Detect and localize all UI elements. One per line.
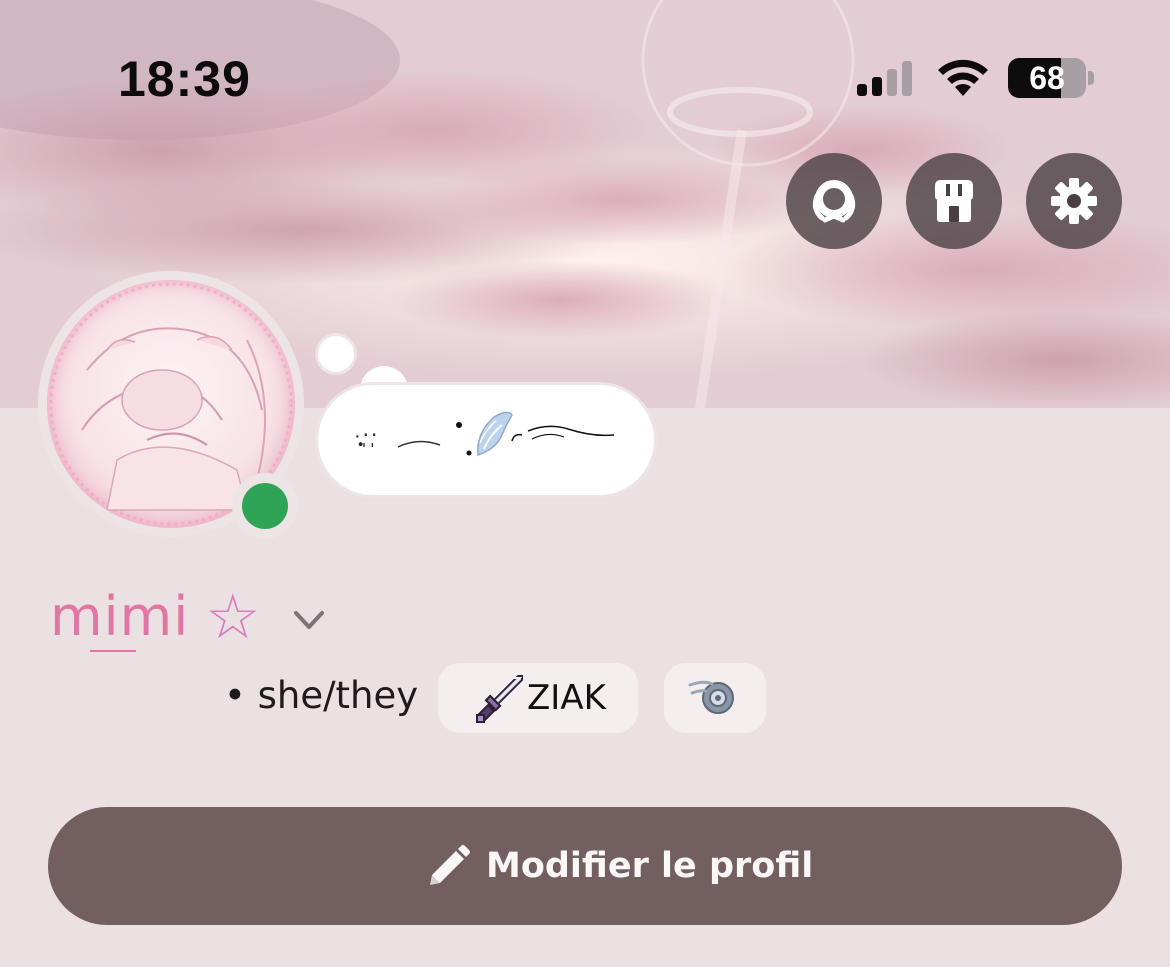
chevron-down-icon[interactable] (290, 605, 328, 635)
name-star-decoration: ☆ (205, 580, 261, 653)
status-icons: 68 (855, 58, 1095, 102)
settings-button[interactable] (1026, 153, 1122, 249)
clan-tag-label: ZIAK (527, 678, 606, 718)
shop-icon (935, 180, 973, 222)
name-underline (90, 650, 136, 652)
pencil-icon (430, 845, 470, 885)
custom-status-text: ·̩̩̥͙·̩·̩ (354, 423, 380, 447)
edit-profile-label: Modifier le profil (486, 846, 814, 886)
display-name[interactable]: mimi (50, 585, 189, 648)
sword-icon (476, 675, 523, 723)
nitro-wreath-button[interactable] (786, 153, 882, 249)
pronouns: • she/they (224, 674, 419, 717)
wreath-icon (812, 180, 856, 223)
thought-bubble-dot-small (318, 336, 354, 372)
battery-percentage: 68 (1029, 60, 1065, 96)
shop-button[interactable] (906, 153, 1002, 249)
online-status-dot (242, 483, 288, 529)
battery-icon: 68 (1008, 58, 1094, 98)
status-time: 18:39 (118, 51, 251, 107)
cellular-signal-icon (857, 61, 912, 96)
angel-wing-icon (477, 411, 513, 457)
gear-icon (1051, 178, 1097, 224)
online-status-indicator (232, 473, 298, 539)
wifi-icon (938, 59, 988, 96)
quest-badge-icon (688, 680, 734, 714)
